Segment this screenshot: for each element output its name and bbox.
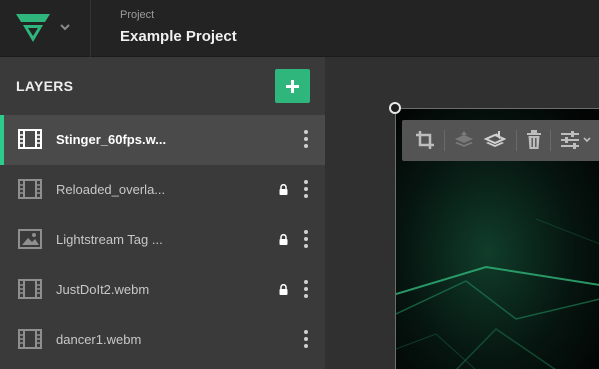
layer-name: Stinger_60fps.w... xyxy=(56,132,167,147)
layer-name: Reloaded_overla... xyxy=(56,182,166,197)
send-backward-icon xyxy=(484,131,506,147)
layer-name: dancer1.webm xyxy=(56,332,142,347)
film-icon xyxy=(18,279,42,299)
trash-icon xyxy=(527,130,541,149)
layers-panel: LAYERS Stinger_60fps.w... Reloaded_overl… xyxy=(0,57,325,369)
delete-layer-button[interactable] xyxy=(520,120,548,161)
lightstream-logo-icon xyxy=(16,14,50,42)
layer-options-button[interactable] xyxy=(296,227,316,253)
lock-icon[interactable] xyxy=(279,284,288,295)
layer-options-button[interactable] xyxy=(296,327,316,353)
layer-row[interactable]: JustDoIt2.webm xyxy=(0,265,325,315)
layer-row[interactable]: dancer1.webm xyxy=(0,315,325,365)
send-backward-button[interactable] xyxy=(480,120,510,161)
film-icon xyxy=(18,129,42,149)
layer-options-button[interactable] xyxy=(296,177,316,203)
more-vertical-icon xyxy=(304,130,308,148)
more-vertical-icon xyxy=(304,180,308,198)
app-menu-button[interactable] xyxy=(0,0,90,57)
top-bar: Project Example Project xyxy=(0,0,599,57)
more-vertical-icon xyxy=(304,280,308,298)
toolbar-divider xyxy=(516,130,517,151)
film-icon xyxy=(18,179,42,199)
layer-name: JustDoIt2.webm xyxy=(56,282,150,297)
more-vertical-icon xyxy=(304,330,308,348)
header-divider xyxy=(90,0,91,57)
layer-options-button[interactable] xyxy=(296,127,316,153)
project-caption: Project xyxy=(120,9,155,21)
layer-toolbar xyxy=(402,120,599,161)
lock-icon[interactable] xyxy=(279,184,288,195)
layer-row[interactable]: Lightstream Tag ... xyxy=(0,215,325,265)
image-icon xyxy=(18,229,42,249)
toolbar-divider xyxy=(444,130,445,151)
toolbar-divider xyxy=(550,130,551,151)
bring-forward-button[interactable] xyxy=(448,120,478,161)
resize-handle[interactable] xyxy=(389,102,401,114)
adjust-sliders-icon xyxy=(561,131,591,149)
project-name: Example Project xyxy=(120,28,237,45)
adjustments-button[interactable] xyxy=(554,120,596,161)
layer-name: Lightstream Tag ... xyxy=(56,232,163,247)
film-icon xyxy=(18,329,42,349)
crop-icon xyxy=(416,131,434,149)
chevron-down-icon xyxy=(60,24,70,31)
add-layer-button[interactable] xyxy=(275,69,310,103)
plus-icon xyxy=(286,80,299,93)
lock-icon[interactable] xyxy=(279,234,288,245)
layer-row[interactable]: Stinger_60fps.w... xyxy=(0,115,325,165)
crop-button[interactable] xyxy=(402,120,444,161)
layer-options-button[interactable] xyxy=(296,277,316,303)
layer-list: Stinger_60fps.w... Reloaded_overla... Li… xyxy=(0,115,325,365)
more-vertical-icon xyxy=(304,230,308,248)
layers-title: LAYERS xyxy=(16,78,74,94)
bring-forward-icon xyxy=(455,131,473,147)
layer-row[interactable]: Reloaded_overla... xyxy=(0,165,325,215)
